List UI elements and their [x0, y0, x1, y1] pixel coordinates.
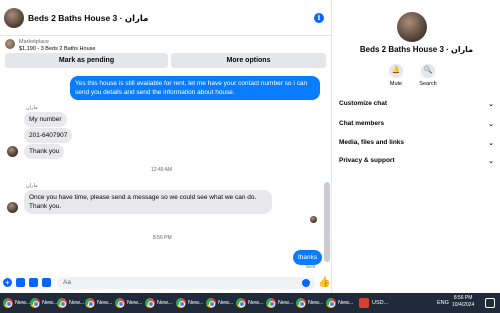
timestamp: 8:56 PM — [153, 235, 172, 241]
chrome-icon — [296, 298, 306, 308]
read-receipt-avatar — [310, 216, 317, 223]
privacy-support-row[interactable]: Privacy & support ⌄ — [339, 157, 494, 171]
bell-icon[interactable]: 🔔 — [389, 64, 403, 78]
chat-details-panel: Beds 2 Baths House 3 · ماران 🔔 Mute 🔍 Se… — [333, 0, 500, 293]
chrome-icon — [206, 298, 216, 308]
plus-icon[interactable]: + — [3, 278, 12, 287]
search-action[interactable]: 🔍 Search — [408, 64, 448, 87]
incoming-message[interactable]: My number — [24, 112, 67, 127]
chrome-icon — [115, 298, 125, 308]
row-label: Customize chat — [339, 100, 388, 107]
listing-thumbnail[interactable] — [5, 39, 15, 49]
gif-icon[interactable] — [42, 278, 51, 287]
chat-title[interactable]: Beds 2 Baths House 3 · ماران — [28, 13, 148, 24]
taskbar-chrome-window[interactable]: New... — [326, 297, 353, 309]
taskbar-chrome-window[interactable]: New... — [115, 297, 142, 309]
chat-scrollbar[interactable] — [324, 182, 330, 262]
chrome-icon — [236, 298, 246, 308]
sender-avatar — [7, 146, 18, 157]
outgoing-message[interactable]: thanks — [293, 250, 323, 265]
marketplace-label: Marketplace — [19, 39, 49, 45]
chat-panel: Beds 2 Baths House 3 · ماران i Marketpla… — [0, 0, 332, 293]
chrome-icon — [85, 298, 95, 308]
chrome-icon — [145, 298, 155, 308]
search-label: Search — [419, 81, 437, 87]
system-clock[interactable]: 8:56 PM 10/4/2024 — [452, 295, 474, 309]
taskbar-chrome-window[interactable]: New... — [57, 297, 84, 309]
contact-avatar[interactable] — [4, 8, 24, 28]
row-label: Chat members — [339, 120, 385, 127]
currency-widget[interactable]: USD... — [372, 297, 388, 309]
taskbar-chrome-window[interactable]: New... — [30, 297, 57, 309]
chrome-icon — [57, 298, 67, 308]
customize-chat-row[interactable]: Customize chat ⌄ — [339, 100, 494, 114]
chevron-down-icon: ⌄ — [488, 101, 494, 108]
taskbar-chrome-window[interactable]: New... — [266, 297, 293, 309]
row-label: Media, files and links — [339, 139, 405, 146]
sender-name: ماران — [26, 183, 38, 189]
chat-header: Beds 2 Baths House 3 · ماران i — [0, 0, 332, 36]
chrome-icon — [3, 298, 13, 308]
taskbar-chrome-window[interactable]: New... — [206, 297, 233, 309]
taskbar-chrome-window[interactable]: New... — [85, 297, 112, 309]
mark-pending-button[interactable]: Mark as pending — [5, 53, 168, 68]
info-icon[interactable]: i — [314, 13, 324, 23]
chrome-icon — [326, 298, 336, 308]
row-label: Privacy & support — [339, 157, 395, 164]
chevron-down-icon: ⌄ — [488, 140, 494, 147]
taskbar: New... New... New... New... New... New..… — [0, 293, 500, 313]
chevron-down-icon: ⌄ — [488, 121, 494, 128]
sender-avatar — [7, 202, 18, 213]
search-icon[interactable]: 🔍 — [421, 64, 435, 78]
more-options-button[interactable]: More options — [171, 53, 326, 68]
incoming-message[interactable]: Thank you — [24, 144, 65, 159]
taskbar-chrome-window[interactable]: New... — [3, 297, 30, 309]
notification-icon[interactable] — [485, 298, 495, 308]
sticker-icon[interactable] — [29, 278, 38, 287]
currency-widget-icon[interactable] — [359, 298, 369, 308]
sent-status: Sent — [306, 264, 316, 269]
taskbar-chrome-window[interactable]: New... — [176, 297, 203, 309]
like-icon[interactable]: 👍 — [318, 277, 330, 288]
chrome-icon — [30, 298, 40, 308]
emoji-icon[interactable] — [302, 279, 310, 287]
outgoing-message[interactable]: Yes this house is still available for re… — [70, 76, 320, 100]
chevron-down-icon: ⌄ — [488, 158, 494, 165]
message-list: Yes this house is still available for re… — [0, 74, 324, 274]
media-files-row[interactable]: Media, files and links ⌄ — [339, 139, 494, 153]
taskbar-chrome-window[interactable]: New... — [145, 297, 172, 309]
chat-members-row[interactable]: Chat members ⌄ — [339, 120, 494, 134]
incoming-message[interactable]: Once you have time, please send a messag… — [24, 190, 272, 214]
language-indicator[interactable]: ENG — [437, 297, 449, 309]
composer-bar: + Aa 👍 — [0, 274, 332, 293]
taskbar-chrome-window[interactable]: New... — [296, 297, 323, 309]
incoming-message[interactable]: 201-6407907 — [24, 128, 73, 143]
taskbar-chrome-window[interactable]: New... — [236, 297, 263, 309]
profile-name: Beds 2 Baths House 3 · ماران — [359, 45, 474, 54]
timestamp: 12:49 AM — [151, 167, 173, 173]
chrome-icon — [266, 298, 276, 308]
chrome-icon — [176, 298, 186, 308]
image-icon[interactable] — [16, 278, 25, 287]
message-input[interactable]: Aa — [57, 277, 315, 289]
listing-title[interactable]: $1,190 - 3 Beds 2 Baths House — [19, 46, 95, 52]
sender-name: ماران — [26, 105, 38, 111]
profile-avatar[interactable] — [397, 12, 427, 42]
